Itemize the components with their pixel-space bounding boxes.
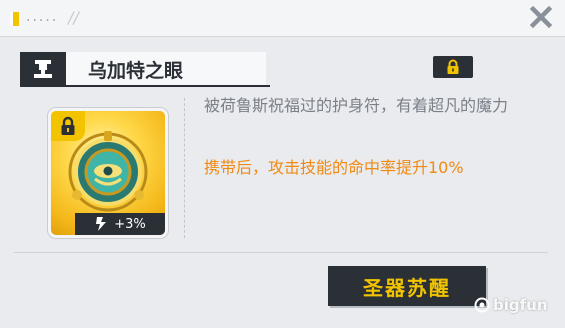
- vertical-divider: [184, 98, 186, 238]
- title-slash: //: [68, 8, 79, 27]
- bonus-bar: +3%: [75, 213, 165, 235]
- bonus-value: +3%: [114, 216, 146, 232]
- title-dots: .....: [26, 9, 59, 25]
- lock-toggle[interactable]: [433, 56, 473, 78]
- close-button[interactable]: [522, 2, 560, 32]
- titlebar: ..... //: [0, 0, 565, 37]
- close-icon: [529, 5, 553, 29]
- watermark-text: bigfun: [493, 296, 548, 314]
- relic-effect: 携带后，攻击技能的命中率提升10%: [204, 158, 464, 177]
- relic-type-icon: [34, 60, 52, 78]
- relic-dialog: ..... // 乌加特之眼 +3% 被荷鲁斯祝福过的护身符，有着超凡的魔力 携…: [0, 0, 565, 328]
- card-lock-badge: [51, 111, 85, 141]
- footer-divider: [14, 252, 548, 253]
- lock-icon: [61, 116, 75, 135]
- amulet-image: [68, 131, 148, 212]
- bonus-icon: [96, 217, 107, 231]
- awaken-button[interactable]: 圣器苏醒: [328, 266, 486, 306]
- title-marker: [10, 12, 19, 26]
- relic-description: 被荷鲁斯祝福过的护身符，有着超凡的魔力: [204, 96, 509, 115]
- name-underline: [20, 85, 270, 87]
- relic-type-badge: [20, 52, 66, 86]
- lock-icon: [447, 59, 459, 74]
- watermark: bigfun: [474, 296, 548, 314]
- relic-name: 乌加特之眼: [88, 60, 184, 82]
- relic-item-card[interactable]: +3%: [48, 108, 168, 238]
- watermark-logo-icon: [474, 297, 490, 313]
